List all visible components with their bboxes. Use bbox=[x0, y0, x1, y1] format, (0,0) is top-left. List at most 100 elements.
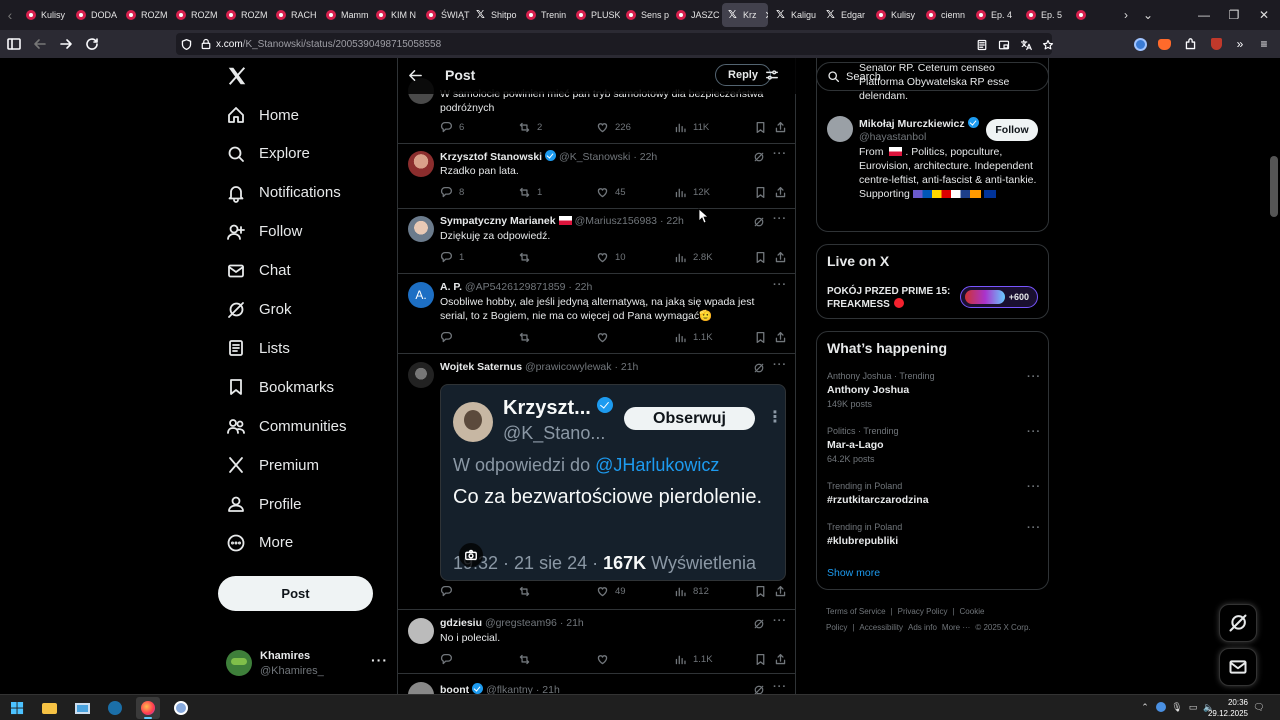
nav-item-home[interactable]: Home bbox=[226, 101, 299, 129]
app-menu-icon[interactable]: ≡ bbox=[1252, 30, 1276, 58]
browser-tab[interactable]: 𝕏 Kaligu bbox=[770, 0, 820, 30]
more-dots-icon[interactable]: ··· bbox=[1027, 371, 1041, 383]
share-button[interactable] bbox=[774, 653, 787, 666]
nav-item-notifications[interactable]: Notifications bbox=[226, 179, 341, 207]
reply-post[interactable]: boont @flkantny · 21h ··· bbox=[398, 674, 796, 694]
reply-post[interactable]: A. A. P. @AP5426129871859 · 22h ··· Osob… bbox=[398, 274, 796, 354]
author-handle[interactable]: @flkantny bbox=[486, 684, 533, 694]
live-space-title[interactable]: POKÓJ PRZED PRIME 15: FREAKMESS bbox=[827, 285, 957, 311]
grok-icon[interactable] bbox=[753, 216, 765, 228]
tray-overflow-icon[interactable]: ⌃ bbox=[1138, 700, 1152, 714]
reply-button[interactable]: 8 bbox=[440, 186, 464, 199]
browser-tab[interactable]: ciemn bbox=[920, 0, 970, 30]
grok-icon[interactable] bbox=[753, 684, 765, 694]
sort-options-icon[interactable] bbox=[765, 68, 779, 82]
extension-shield-icon[interactable] bbox=[1204, 30, 1228, 58]
browser-tab[interactable] bbox=[1070, 0, 1088, 30]
bookmark-button[interactable] bbox=[754, 653, 767, 666]
browser-tab[interactable]: 𝕏 Shitpo bbox=[470, 0, 520, 30]
nav-item-chat[interactable]: Chat bbox=[226, 257, 291, 285]
post-time[interactable]: · 22h bbox=[660, 215, 684, 227]
repost-button[interactable]: 1 bbox=[518, 186, 542, 199]
live-listeners-pill[interactable]: +600 bbox=[960, 286, 1038, 308]
grok-fab-button[interactable] bbox=[1219, 604, 1257, 642]
scrollbar-track[interactable] bbox=[1270, 58, 1280, 694]
footer-link[interactable]: More ··· bbox=[942, 623, 970, 632]
trend-item[interactable]: Trending in Poland #rzutkitarczarodzina ··… bbox=[827, 481, 1042, 506]
author-name[interactable]: Sympatyczny Marianek bbox=[440, 215, 556, 227]
tab-scroll-left[interactable]: ‹ bbox=[0, 0, 20, 30]
nav-item-follow[interactable]: Follow bbox=[226, 218, 302, 246]
browser-tab[interactable]: Sens p bbox=[620, 0, 670, 30]
tab-scroll-right[interactable]: › bbox=[1114, 0, 1138, 30]
browser-tab[interactable]: Kulisy bbox=[20, 0, 70, 30]
reply-button[interactable] bbox=[440, 653, 459, 666]
app-icon[interactable] bbox=[169, 697, 193, 719]
reply-post[interactable]: Krzysztof Stanowski @K_Stanowski · 22h ·… bbox=[398, 144, 796, 209]
like-button[interactable] bbox=[596, 653, 615, 666]
bookmark-button[interactable] bbox=[754, 186, 767, 199]
trend-item[interactable]: Anthony Joshua · Trending Anthony Joshua 1… bbox=[827, 371, 1042, 409]
browser-tab[interactable]: 𝕏 Krz ✕ bbox=[722, 3, 768, 27]
avatar[interactable] bbox=[827, 116, 853, 142]
more-dots-icon[interactable]: ··· bbox=[1027, 522, 1041, 534]
nav-item-explore[interactable]: Explore bbox=[226, 140, 310, 168]
post-time[interactable]: · 21h bbox=[614, 361, 638, 373]
footer-link[interactable]: Ads info bbox=[908, 623, 937, 632]
more-dots-icon[interactable]: ··· bbox=[773, 148, 787, 160]
nav-item-profile[interactable]: Profile bbox=[226, 490, 302, 518]
bookmark-button[interactable] bbox=[754, 585, 767, 598]
embedded-screenshot-image[interactable]: Krzyszt... @K_Stano... Obserwuj ⋮ W odpo… bbox=[440, 384, 786, 581]
author-handle[interactable]: @prawicowylewak bbox=[525, 361, 612, 373]
more-dots-icon[interactable]: ··· bbox=[773, 681, 787, 693]
steam-icon[interactable] bbox=[103, 697, 127, 719]
extensions-puzzle-icon[interactable] bbox=[1178, 30, 1202, 58]
views-button[interactable]: 1.1K bbox=[674, 653, 713, 666]
browser-tab[interactable]: JASZC bbox=[670, 0, 720, 30]
picture-in-picture-icon[interactable] bbox=[994, 35, 1014, 55]
reply-button[interactable]: Reply bbox=[715, 64, 771, 86]
like-button[interactable] bbox=[596, 331, 615, 344]
repost-button[interactable] bbox=[518, 331, 537, 344]
remote-desktop-icon[interactable] bbox=[70, 697, 94, 719]
reply-button[interactable] bbox=[440, 585, 459, 598]
like-button[interactable]: 10 bbox=[596, 251, 626, 264]
browser-tab[interactable]: ROZM bbox=[120, 0, 170, 30]
sidebar-toggle-button[interactable] bbox=[2, 32, 26, 56]
file-explorer-icon[interactable] bbox=[37, 697, 61, 719]
post-button[interactable]: Post bbox=[218, 576, 373, 611]
trend-item[interactable]: Trending in Poland #klubrepubliki ··· bbox=[827, 522, 1042, 547]
trend-item[interactable]: Politics · Trending Mar-a-Lago 64.2K posts… bbox=[827, 426, 1042, 464]
close-tab-icon[interactable]: ✕ bbox=[765, 9, 769, 22]
author-name[interactable]: gdziesiu bbox=[440, 617, 482, 629]
messages-fab-button[interactable] bbox=[1219, 648, 1257, 686]
search-input[interactable]: Search bbox=[816, 62, 1049, 91]
post-time[interactable]: · 22h bbox=[568, 281, 592, 293]
more-dots-icon[interactable]: ··· bbox=[773, 615, 787, 627]
more-dots-icon[interactable]: ··· bbox=[773, 359, 787, 371]
author-handle[interactable]: @K_Stanowski bbox=[559, 151, 630, 163]
more-dots-icon[interactable]: ··· bbox=[1027, 426, 1041, 438]
views-button[interactable]: 11K bbox=[674, 121, 709, 134]
system-clock[interactable]: 20:36 29.12.2025 bbox=[1196, 697, 1248, 719]
post-time[interactable]: · 22h bbox=[633, 151, 657, 163]
grok-icon[interactable] bbox=[753, 618, 765, 630]
back-button[interactable] bbox=[28, 32, 52, 56]
camera-icon[interactable] bbox=[459, 543, 483, 567]
windows-start-icon[interactable] bbox=[5, 697, 29, 719]
views-button[interactable]: 2.8K bbox=[674, 251, 713, 264]
browser-tab[interactable]: 𝕏 Edgar bbox=[820, 0, 870, 30]
x-logo-icon[interactable] bbox=[226, 65, 250, 89]
views-button[interactable]: 12K bbox=[674, 186, 710, 199]
reply-button[interactable]: 1 bbox=[440, 251, 464, 264]
maximize-button[interactable]: ❐ bbox=[1222, 0, 1246, 30]
nav-item-premium[interactable]: Premium bbox=[226, 451, 319, 479]
like-button[interactable]: 226 bbox=[596, 121, 631, 134]
like-button[interactable]: 49 bbox=[596, 585, 626, 598]
overflow-chevrons-icon[interactable]: » bbox=[1228, 30, 1252, 58]
repost-button[interactable] bbox=[518, 585, 537, 598]
nav-item-more[interactable]: More bbox=[226, 529, 293, 557]
tray-app-icon[interactable] bbox=[1154, 700, 1168, 714]
suggested-user-name[interactable]: Mikołaj Murczkiewicz bbox=[859, 117, 979, 130]
author-name[interactable]: Krzysztof Stanowski bbox=[440, 151, 542, 163]
